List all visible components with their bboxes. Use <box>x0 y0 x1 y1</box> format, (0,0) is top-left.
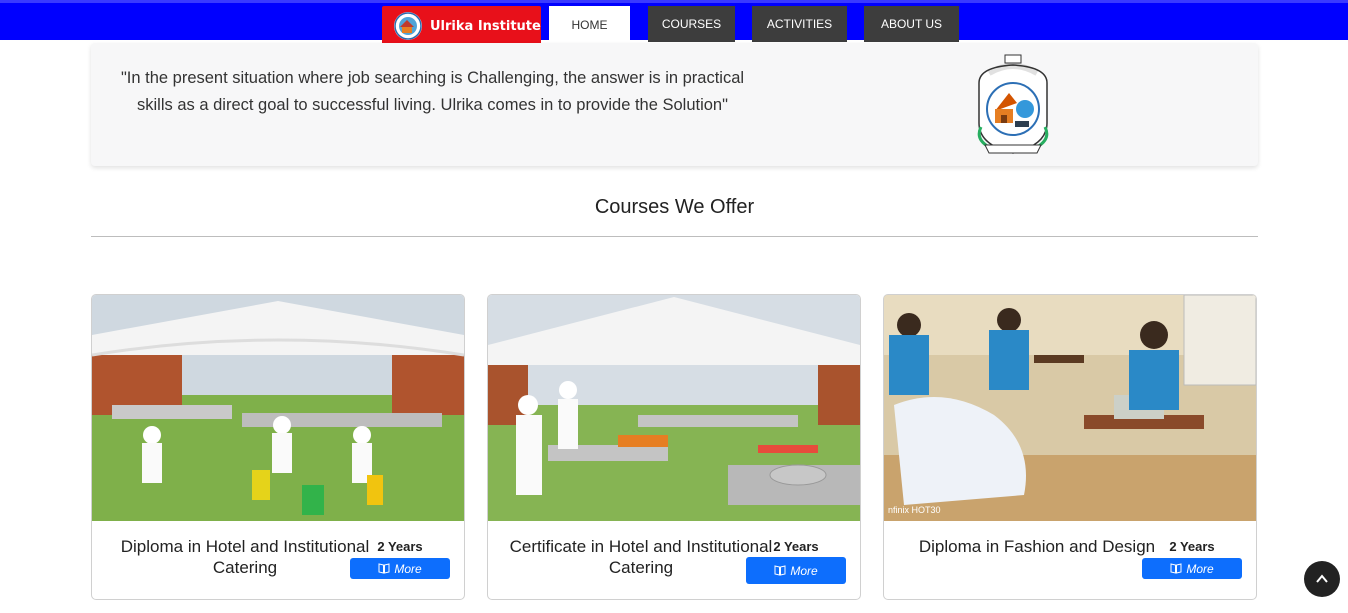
nav-about-us[interactable]: ABOUT US <box>864 6 959 42</box>
navbar: Ulrika Institute HOME COURSES ACTIVITIES… <box>0 0 1348 46</box>
course-duration: 2 Years <box>773 539 819 554</box>
hero-banner: "In the present situation where job sear… <box>91 43 1258 166</box>
more-button[interactable]: More <box>1142 558 1242 579</box>
more-button[interactable]: More <box>350 558 450 579</box>
book-open-icon <box>774 565 786 576</box>
section-title: Courses We Offer <box>594 196 755 218</box>
nav-home[interactable]: HOME <box>549 6 630 43</box>
course-image <box>92 295 464 521</box>
course-duration: 2 Years <box>1169 539 1215 554</box>
scroll-to-top-button[interactable] <box>1304 561 1340 597</box>
course-card: nfinix HOT30 Diploma in Fashion and Desi… <box>883 294 1257 600</box>
section-divider <box>91 236 1258 237</box>
course-title: Diploma in Hotel and Institutional Cater… <box>120 537 370 577</box>
book-open-icon <box>378 563 390 574</box>
brand-name: Ulrika Institute <box>430 18 541 34</box>
nav-courses[interactable]: COURSES <box>648 6 735 42</box>
image-caption: nfinix HOT30 <box>888 505 941 515</box>
course-image <box>488 295 860 521</box>
course-title: Diploma in Fashion and Design <box>918 537 1156 556</box>
course-image: nfinix HOT30 <box>884 295 1256 521</box>
institute-logo-icon <box>394 12 422 40</box>
course-card: Certificate in Hotel and Institutional C… <box>487 294 861 600</box>
more-button[interactable]: More <box>746 557 846 584</box>
institute-crest-icon <box>965 53 1061 161</box>
nav-activities[interactable]: ACTIVITIES <box>752 6 847 42</box>
course-duration: 2 Years <box>377 539 423 554</box>
chevron-up-icon <box>1316 574 1328 583</box>
course-card: Diploma in Hotel and Institutional Cater… <box>91 294 465 600</box>
book-open-icon <box>1170 563 1182 574</box>
brand-link[interactable]: Ulrika Institute <box>382 6 541 46</box>
hero-quote: "In the present situation where job sear… <box>120 69 745 114</box>
course-title: Certificate in Hotel and Institutional C… <box>509 537 773 577</box>
